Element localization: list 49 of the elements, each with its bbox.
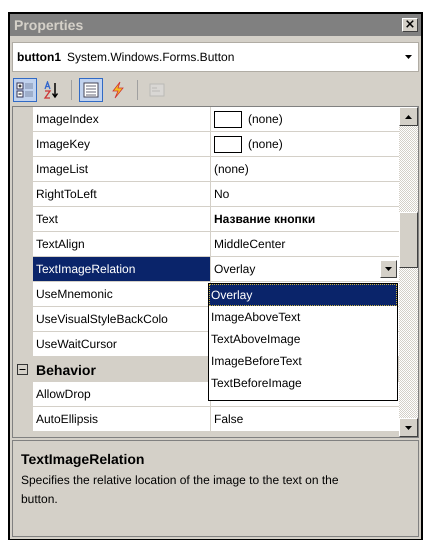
property-value: (none) bbox=[248, 137, 283, 151]
property-value: Название кнопки bbox=[214, 212, 316, 226]
property-name[interactable]: AutoEllipsis bbox=[33, 407, 211, 431]
description-title: TextImageRelation bbox=[21, 451, 146, 467]
dropdown-button[interactable] bbox=[380, 260, 397, 278]
dropdown-option[interactable]: Overlay bbox=[209, 284, 397, 306]
scroll-thumb[interactable] bbox=[399, 212, 418, 268]
caret-icon bbox=[405, 55, 412, 59]
property-name[interactable]: TextImageRelation bbox=[33, 257, 211, 281]
property-name[interactable]: UseMnemonic bbox=[33, 282, 211, 306]
properties-button[interactable] bbox=[79, 78, 103, 102]
property-pages-icon bbox=[148, 81, 166, 99]
up-arrow-icon bbox=[405, 114, 412, 118]
object-type: System.Windows.Forms.Button bbox=[67, 50, 234, 64]
property-value: (none) bbox=[214, 162, 249, 176]
property-name[interactable]: UseVisualStyleBackColo bbox=[33, 307, 211, 331]
property-value: MiddleCenter bbox=[214, 237, 286, 251]
object-selector[interactable]: button1 System.Windows.Forms.Button bbox=[12, 42, 419, 72]
close-button[interactable]: × bbox=[402, 18, 418, 32]
object-name: button1 bbox=[17, 50, 61, 64]
property-name[interactable]: RightToLeft bbox=[33, 182, 211, 206]
property-value: Overlay bbox=[214, 262, 256, 276]
dropdown-option[interactable]: ImageBeforeText bbox=[209, 350, 397, 372]
property-name[interactable]: ImageKey bbox=[33, 132, 211, 156]
property-name[interactable]: ImageList bbox=[33, 157, 211, 181]
property-name[interactable]: TextAlign bbox=[33, 232, 211, 256]
scroll-up-button[interactable] bbox=[399, 107, 418, 126]
property-value: No bbox=[214, 187, 230, 201]
dropdown-option[interactable]: TextBeforeImage bbox=[209, 372, 397, 394]
property-name[interactable]: AllowDrop bbox=[33, 382, 211, 406]
window-title: Properties bbox=[14, 17, 84, 33]
dropdown-option[interactable]: TextAboveImage bbox=[209, 328, 397, 350]
caret-icon bbox=[385, 267, 392, 271]
list-icon bbox=[82, 81, 100, 99]
description-text: Specifies the relative location of the image to the text on the button. bbox=[21, 472, 340, 508]
vertical-scrollbar[interactable] bbox=[399, 107, 418, 437]
property-name[interactable]: UseWaitCursor bbox=[33, 332, 211, 356]
categorized-icon bbox=[16, 81, 34, 99]
categorized-button[interactable] bbox=[13, 78, 37, 102]
property-value: (none) bbox=[248, 112, 283, 126]
scroll-down-button[interactable] bbox=[399, 418, 418, 437]
property-value: False bbox=[214, 412, 244, 426]
sort-az-icon bbox=[43, 81, 61, 99]
property-name[interactable]: ImageIndex bbox=[33, 107, 211, 131]
collapse-icon[interactable] bbox=[17, 364, 28, 375]
dropdown-option[interactable]: ImageAboveText bbox=[209, 306, 397, 328]
down-arrow-icon bbox=[405, 426, 412, 430]
category-name: Behavior bbox=[36, 362, 96, 378]
property-name[interactable]: Text bbox=[33, 207, 211, 231]
